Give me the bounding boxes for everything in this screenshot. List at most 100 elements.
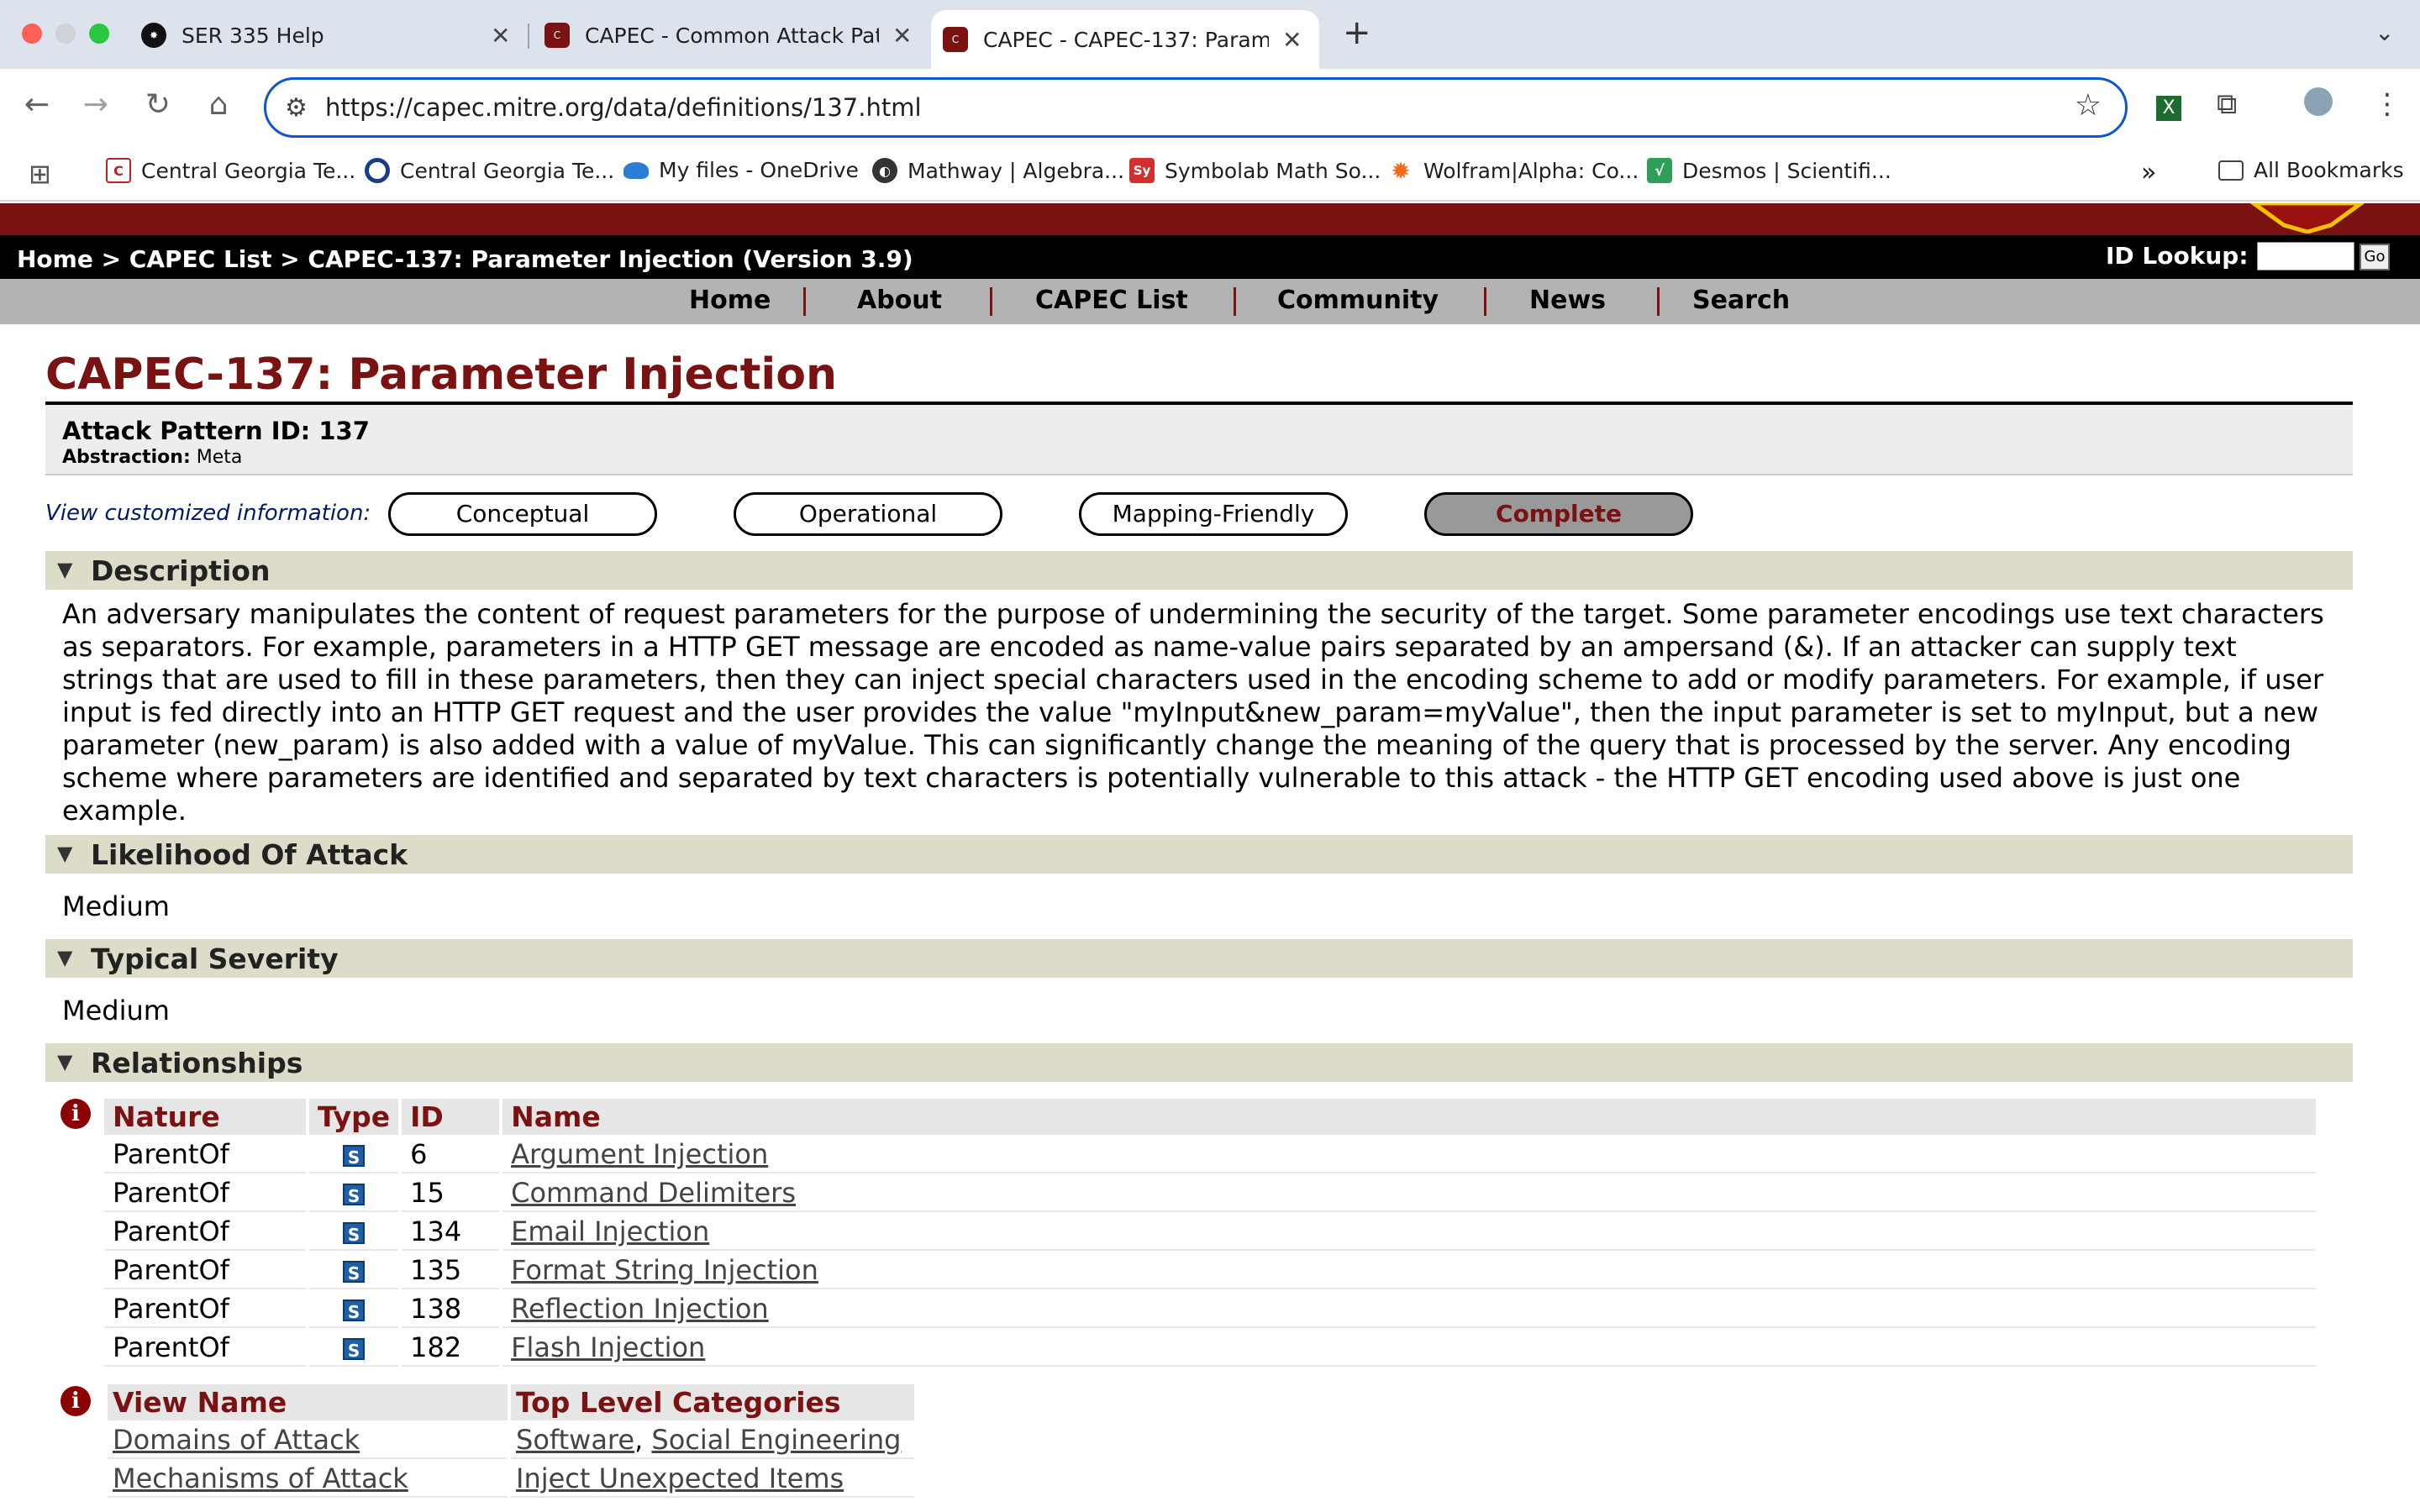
table-header-row: Nature Type ID Name bbox=[104, 1099, 2316, 1135]
bookmark-wolfram[interactable]: ✹ Wolfram|Alpha: Co... bbox=[1388, 157, 1639, 185]
browser-tab-capec-list[interactable]: C CAPEC - Common Attack Patt ✕ bbox=[544, 12, 912, 59]
browser-tab-ser335[interactable]: ✸ SER 335 Help ✕ bbox=[141, 12, 510, 59]
section-description-header[interactable]: ▼ Description bbox=[45, 551, 2353, 590]
minimize-window-button[interactable] bbox=[55, 24, 76, 44]
id-cell: 15 bbox=[402, 1175, 500, 1212]
section-likelihood-header[interactable]: ▼ Likelihood Of Attack bbox=[45, 835, 2353, 874]
info-icon[interactable]: i bbox=[60, 1386, 91, 1416]
id-cell: 138 bbox=[402, 1291, 500, 1328]
url-text[interactable]: https://capec.mitre.org/data/definitions… bbox=[325, 93, 922, 122]
view-operational-button[interactable]: Operational bbox=[734, 492, 1002, 536]
section-severity-header[interactable]: ▼ Typical Severity bbox=[45, 939, 2353, 978]
page-title: CAPEC-137: Parameter Injection bbox=[45, 349, 837, 400]
bookmark-central-georgia-1[interactable]: C Central Georgia Te... bbox=[106, 158, 355, 183]
forward-icon[interactable]: → bbox=[77, 87, 114, 122]
bookmark-central-georgia-2[interactable]: Central Georgia Te... bbox=[365, 158, 614, 183]
view-name-cell: Mechanisms of Attack bbox=[108, 1461, 508, 1498]
pattern-link[interactable]: Email Injection bbox=[511, 1215, 709, 1247]
nav-separator bbox=[1657, 287, 1660, 316]
address-bar[interactable]: ⚙ https://capec.mitre.org/data/definitio… bbox=[264, 77, 2128, 138]
chevron-down-icon[interactable]: ⌄ bbox=[2375, 18, 2394, 46]
more-bookmarks-icon[interactable]: » bbox=[2141, 158, 2156, 187]
category-link[interactable]: Social Engineering bbox=[651, 1424, 901, 1456]
nav-home[interactable]: Home bbox=[689, 286, 771, 315]
relationships-table: Nature Type ID Name ParentOf S 6 Argumen… bbox=[101, 1097, 2319, 1368]
back-icon[interactable]: ← bbox=[18, 87, 55, 122]
nature-cell: ParentOf bbox=[104, 1330, 306, 1367]
nature-cell: ParentOf bbox=[104, 1137, 306, 1173]
nav-capec-list[interactable]: CAPEC List bbox=[1035, 286, 1188, 315]
category-link[interactable]: Software bbox=[516, 1424, 634, 1456]
wolfram-icon: ✹ bbox=[1388, 157, 1413, 185]
collapse-triangle-icon[interactable]: ▼ bbox=[57, 1050, 72, 1074]
view-link[interactable]: Domains of Attack bbox=[113, 1424, 360, 1456]
bookmark-icon: C bbox=[106, 158, 131, 183]
attack-pattern-id: Attack Pattern ID: 137 bbox=[62, 417, 370, 445]
collapse-triangle-icon[interactable]: ▼ bbox=[57, 558, 72, 581]
nav-community[interactable]: Community bbox=[1277, 286, 1439, 315]
id-lookup-go-button[interactable]: Go bbox=[2360, 244, 2390, 270]
extension-icon[interactable]: X bbox=[2156, 87, 2181, 121]
table-row: ParentOf S 15 Command Delimiters bbox=[104, 1175, 2316, 1212]
browser-tab-capec-137[interactable]: C CAPEC - CAPEC-137: Parame ✕ bbox=[931, 10, 1319, 69]
column-nature: Nature bbox=[104, 1099, 306, 1135]
nav-search[interactable]: Search bbox=[1692, 286, 1790, 315]
attack-pattern-id-box: Attack Pattern ID: 137 Abstraction: Meta bbox=[45, 402, 2353, 475]
breadcrumb[interactable]: Home > CAPEC List > CAPEC-137: Parameter… bbox=[17, 245, 913, 273]
pattern-link[interactable]: Format String Injection bbox=[511, 1254, 818, 1286]
collapse-triangle-icon[interactable]: ▼ bbox=[57, 842, 72, 865]
view-link[interactable]: Mechanisms of Attack bbox=[113, 1462, 408, 1494]
standard-pattern-icon: S bbox=[309, 1175, 399, 1212]
info-icon[interactable]: i bbox=[60, 1099, 91, 1129]
close-window-button[interactable] bbox=[22, 24, 42, 44]
close-tab-icon[interactable]: ✕ bbox=[1282, 26, 1302, 54]
folder-icon bbox=[2218, 160, 2244, 181]
menu-kebab-icon[interactable]: ⋮ bbox=[2373, 87, 2402, 121]
bookmark-desmos[interactable]: √ Desmos | Scientifi... bbox=[1647, 158, 1891, 183]
description-text: An adversary manipulates the content of … bbox=[62, 598, 2324, 827]
abstraction-value: Meta bbox=[196, 447, 243, 468]
collapse-triangle-icon[interactable]: ▼ bbox=[57, 946, 72, 969]
maximize-window-button[interactable] bbox=[89, 24, 109, 44]
view-conceptual-button[interactable]: Conceptual bbox=[388, 492, 657, 536]
browser-toolbar: ← → ↻ ⌂ ⚙ https://capec.mitre.org/data/d… bbox=[0, 69, 2420, 146]
standard-pattern-icon: S bbox=[309, 1252, 399, 1289]
categories-cell: Inject Unexpected Items bbox=[511, 1461, 914, 1498]
nav-news[interactable]: News bbox=[1529, 286, 1606, 315]
site-info-icon[interactable]: ⚙ bbox=[285, 93, 308, 123]
new-tab-icon[interactable]: + bbox=[1343, 13, 1371, 52]
pattern-link[interactable]: Command Delimiters bbox=[511, 1177, 796, 1209]
apps-grid-icon[interactable]: ⊞ bbox=[29, 158, 51, 190]
profile-avatar[interactable] bbox=[2304, 87, 2333, 123]
standard-pattern-icon: S bbox=[309, 1330, 399, 1367]
browser-tab-bar: ✸ SER 335 Help ✕ C CAPEC - Common Attack… bbox=[0, 0, 2420, 69]
all-bookmarks[interactable]: All Bookmarks bbox=[2218, 158, 2404, 182]
nature-cell: ParentOf bbox=[104, 1175, 306, 1212]
pattern-link[interactable]: Flash Injection bbox=[511, 1331, 705, 1363]
bookmark-mathway[interactable]: ◐ Mathway | Algebra... bbox=[872, 158, 1124, 183]
view-mapping-friendly-button[interactable]: Mapping-Friendly bbox=[1079, 492, 1348, 536]
view-name-cell: Domains of Attack bbox=[108, 1422, 508, 1459]
bookmark-symbolab[interactable]: Sy Symbolab Math So... bbox=[1129, 158, 1381, 183]
close-tab-icon[interactable]: ✕ bbox=[491, 22, 510, 50]
bookmarks-bar: ⊞ C Central Georgia Te... Central Georgi… bbox=[0, 146, 2420, 202]
abstraction-label: Abstraction: bbox=[62, 447, 191, 468]
id-cell: 134 bbox=[402, 1214, 500, 1251]
id-lookup-input[interactable] bbox=[2257, 242, 2354, 270]
close-tab-icon[interactable]: ✕ bbox=[892, 22, 912, 50]
table-row: ParentOf S 182 Flash Injection bbox=[104, 1330, 2316, 1367]
nav-about[interactable]: About bbox=[857, 286, 942, 315]
name-cell: Flash Injection bbox=[502, 1330, 2316, 1367]
reload-icon[interactable]: ↻ bbox=[139, 87, 176, 122]
pattern-link[interactable]: Argument Injection bbox=[511, 1138, 768, 1170]
home-icon[interactable]: ⌂ bbox=[200, 87, 237, 122]
bookmark-star-icon[interactable]: ☆ bbox=[2075, 88, 2102, 123]
section-relationships-header[interactable]: ▼ Relationships bbox=[45, 1043, 2353, 1082]
pattern-link[interactable]: Reflection Injection bbox=[511, 1293, 769, 1325]
view-complete-button[interactable]: Complete bbox=[1424, 492, 1693, 536]
abstraction: Abstraction: Meta bbox=[62, 447, 242, 468]
bookmark-onedrive[interactable]: My files - OneDrive bbox=[623, 158, 859, 182]
breadcrumb-bar: Home > CAPEC List > CAPEC-137: Parameter… bbox=[0, 235, 2420, 279]
extensions-puzzle-icon[interactable]: ⧉ bbox=[2217, 87, 2237, 121]
category-link[interactable]: Inject Unexpected Items bbox=[516, 1462, 844, 1494]
